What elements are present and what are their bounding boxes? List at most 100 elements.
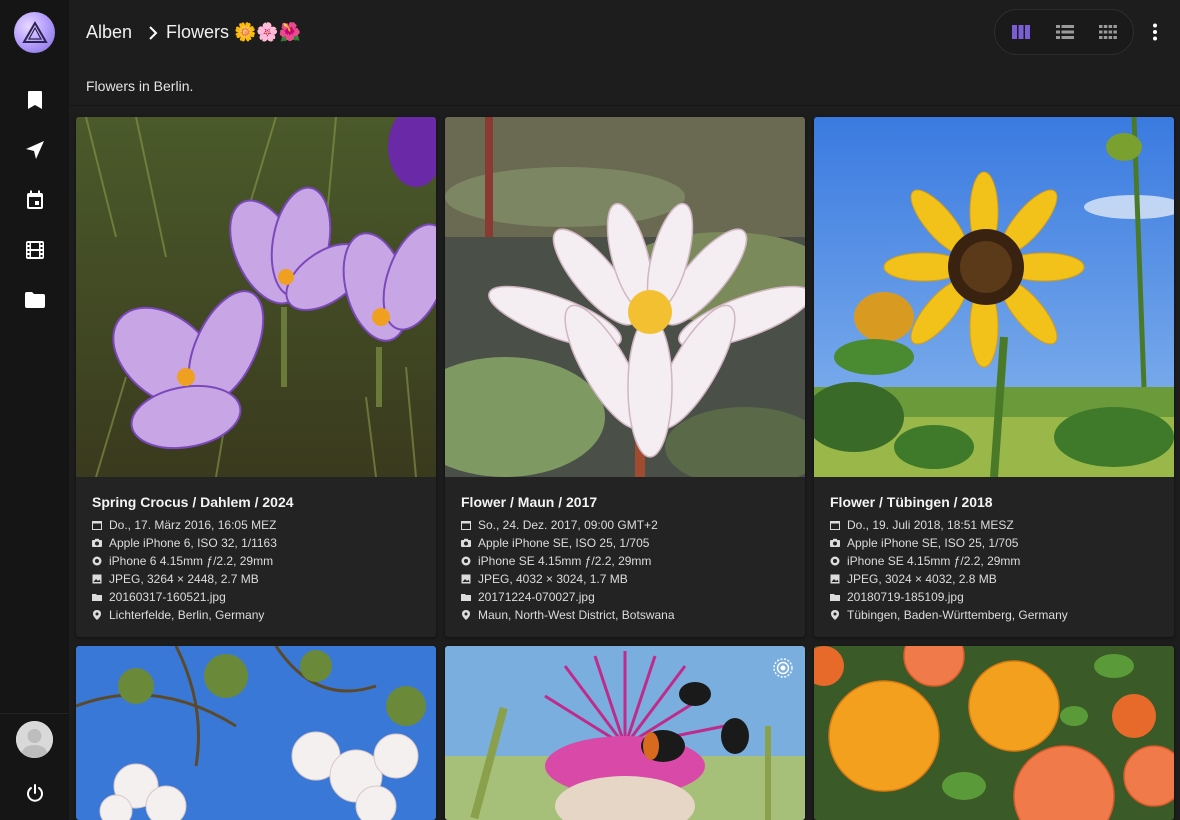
sidebar-item-calendar[interactable]: [22, 187, 48, 213]
location-pin-icon: [461, 610, 471, 620]
meta-location-text: Maun, North-West District, Botswana: [478, 608, 675, 622]
breadcrumb-current-album: Flowers 🌼🌸🌺: [166, 22, 302, 42]
cards-view-icon: [1012, 25, 1030, 39]
chevron-right-icon: [149, 26, 158, 40]
user-avatar[interactable]: [16, 721, 53, 758]
meta-lens[interactable]: iPhone 6 4.15mm ƒ/2.2, 29mm: [92, 553, 273, 569]
meta-filename-text: 20180719-185109.jpg: [847, 590, 964, 604]
sidebar-item-videos[interactable]: [22, 237, 48, 263]
photo-card[interactable]: Flower / Tübingen / 2018 Do., 19. Juli 2…: [814, 117, 1174, 637]
view-mode-switcher: [994, 9, 1134, 55]
photo-thumbnail[interactable]: [76, 646, 436, 820]
meta-camera[interactable]: Apple iPhone 6, ISO 32, 1/1163: [92, 535, 277, 551]
prism-logo-icon: [21, 20, 48, 43]
meta-location-text: Lichterfelde, Berlin, Germany: [109, 608, 265, 622]
aperture-icon: [92, 556, 102, 566]
camera-icon: [461, 538, 471, 548]
photo-thumbnail[interactable]: [445, 646, 805, 820]
meta-date[interactable]: Do., 19. Juli 2018, 18:51 MESZ: [830, 517, 1014, 533]
list-view-icon: [1056, 25, 1074, 39]
calendar-icon: [92, 520, 102, 530]
meta-location[interactable]: Lichterfelde, Berlin, Germany: [92, 607, 264, 623]
photo-thumbnail[interactable]: [76, 117, 436, 477]
meta-filename: 20180719-185109.jpg: [830, 589, 964, 605]
photo-card[interactable]: [445, 646, 805, 820]
album-description-bar: Flowers in Berlin.: [69, 66, 1180, 106]
white-blossom-photo: [76, 646, 436, 820]
list-view-button[interactable]: [1053, 21, 1077, 43]
image-icon: [92, 574, 102, 584]
camera-icon: [92, 538, 102, 548]
image-icon: [461, 574, 471, 584]
calendar-icon: [461, 520, 471, 530]
mosaic-view-button[interactable]: [1096, 21, 1120, 43]
file-folder-icon: [830, 592, 840, 602]
bookmark-icon: [28, 91, 42, 109]
photo-info: Flower / Maun / 2017 So., 24. Dez. 2017,…: [445, 477, 805, 637]
file-folder-icon: [461, 592, 471, 602]
photo-thumbnail[interactable]: [445, 117, 805, 477]
meta-location[interactable]: Maun, North-West District, Botswana: [461, 607, 675, 623]
meta-camera[interactable]: Apple iPhone SE, ISO 25, 1/705: [461, 535, 649, 551]
meta-date[interactable]: Do., 17. März 2016, 16:05 MEZ: [92, 517, 276, 533]
photo-thumbnail[interactable]: [814, 646, 1174, 820]
mosaic-view-icon: [1099, 25, 1117, 39]
meta-filename: 20171224-070027.jpg: [461, 589, 595, 605]
top-toolbar: Alben Flowers 🌼🌸🌺: [69, 0, 1180, 66]
sidebar-item-folders[interactable]: [22, 287, 48, 313]
cards-view-button[interactable]: [1009, 21, 1033, 43]
logout-button[interactable]: [22, 780, 48, 806]
photo-info: Spring Crocus / Dahlem / 2024 Do., 17. M…: [76, 477, 436, 637]
photo-card[interactable]: [76, 646, 436, 820]
photo-card[interactable]: Flower / Maun / 2017 So., 24. Dez. 2017,…: [445, 117, 805, 637]
meta-lens-text: iPhone SE 4.15mm ƒ/2.2, 29mm: [847, 554, 1021, 568]
more-options-button[interactable]: [1144, 20, 1166, 44]
meta-camera-text: Apple iPhone 6, ISO 32, 1/1163: [109, 536, 277, 550]
aperture-icon: [461, 556, 471, 566]
meta-file-info: JPEG, 3264 × 2448, 2.7 MB: [92, 571, 259, 587]
dahlias-photo: [814, 646, 1174, 820]
power-icon: [27, 784, 43, 802]
album-description: Flowers in Berlin.: [86, 78, 194, 94]
meta-filename: 20160317-160521.jpg: [92, 589, 226, 605]
sidebar: [0, 0, 69, 820]
image-icon: [830, 574, 840, 584]
calendar-icon: [27, 190, 43, 209]
photo-thumbnail[interactable]: [814, 117, 1174, 477]
crocus-photo: [76, 117, 436, 477]
meta-location-text: Tübingen, Baden-Württemberg, Germany: [847, 608, 1068, 622]
photo-title[interactable]: Flower / Tübingen / 2018: [830, 494, 993, 510]
location-pin-icon: [830, 610, 840, 620]
meta-camera-text: Apple iPhone SE, ISO 25, 1/705: [847, 536, 1019, 550]
meta-file-info-text: JPEG, 3024 × 4032, 2.8 MB: [847, 572, 997, 586]
photo-title[interactable]: Flower / Maun / 2017: [461, 494, 597, 510]
app-logo[interactable]: [14, 12, 55, 53]
meta-lens[interactable]: iPhone SE 4.15mm ƒ/2.2, 29mm: [461, 553, 651, 569]
meta-location[interactable]: Tübingen, Baden-Württemberg, Germany: [830, 607, 1068, 623]
photo-title[interactable]: Spring Crocus / Dahlem / 2024: [92, 494, 294, 510]
meta-file-info-text: JPEG, 4032 × 3024, 1.7 MB: [478, 572, 628, 586]
photo-info: Flower / Tübingen / 2018 Do., 19. Juli 2…: [814, 477, 1174, 637]
film-icon: [26, 241, 44, 259]
file-folder-icon: [92, 592, 102, 602]
meta-camera[interactable]: Apple iPhone SE, ISO 25, 1/705: [830, 535, 1018, 551]
meta-date[interactable]: So., 24. Dez. 2017, 09:00 GMT+2: [461, 517, 658, 533]
meta-lens[interactable]: iPhone SE 4.15mm ƒ/2.2, 29mm: [830, 553, 1020, 569]
meta-camera-text: Apple iPhone SE, ISO 25, 1/705: [478, 536, 650, 550]
meta-date-text: Do., 17. März 2016, 16:05 MEZ: [109, 518, 277, 532]
meta-date-text: So., 24. Dez. 2017, 09:00 GMT+2: [478, 518, 658, 532]
sidebar-divider: [0, 713, 69, 714]
breadcrumb-albums-link[interactable]: Alben: [86, 22, 132, 43]
camera-icon: [830, 538, 840, 548]
sunflower-photo: [814, 117, 1174, 477]
photo-card[interactable]: Spring Crocus / Dahlem / 2024 Do., 17. M…: [76, 117, 436, 637]
live-photo-icon: [773, 658, 793, 678]
sidebar-item-places[interactable]: [22, 137, 48, 163]
meta-file-info: JPEG, 4032 × 3024, 1.7 MB: [461, 571, 628, 587]
meta-file-info-text: JPEG, 3264 × 2448, 2.7 MB: [109, 572, 259, 586]
meta-filename-text: 20171224-070027.jpg: [478, 590, 595, 604]
meta-date-text: Do., 19. Juli 2018, 18:51 MESZ: [847, 518, 1014, 532]
meta-lens-text: iPhone 6 4.15mm ƒ/2.2, 29mm: [109, 554, 274, 568]
sidebar-item-favorites[interactable]: [22, 87, 48, 113]
photo-card[interactable]: [814, 646, 1174, 820]
